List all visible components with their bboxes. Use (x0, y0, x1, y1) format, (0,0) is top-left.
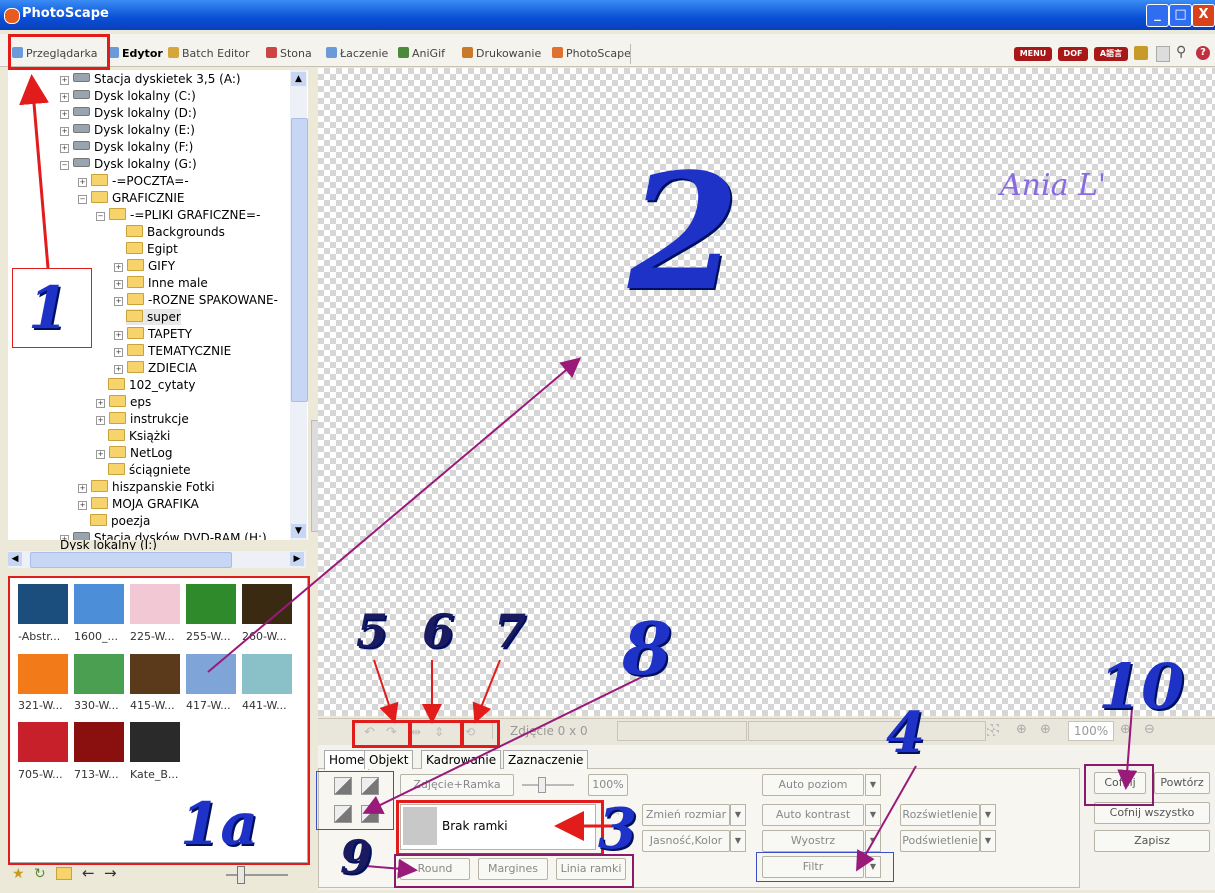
annotation-number-7: 7 (494, 604, 527, 658)
arrow-7 (472, 659, 501, 724)
annotation-number-8: 8 (622, 606, 673, 691)
annotation-number-1a: 1a (180, 790, 258, 858)
annotation-number-9: 9 (340, 830, 373, 884)
annotation-number-6: 6 (422, 604, 455, 658)
arrow-4 (856, 765, 917, 872)
arrow-1 (19, 74, 50, 269)
annotation-number-1: 1 (28, 274, 69, 342)
annotation-number-10: 10 (1098, 650, 1185, 723)
annotation-number-4: 4 (886, 700, 925, 766)
arrow-9 (365, 858, 418, 879)
arrow-5 (373, 659, 399, 724)
annotation-number-5: 5 (356, 604, 389, 658)
arrow-8 (362, 675, 645, 814)
annotation-number-3: 3 (598, 796, 637, 862)
annotation-arrows (19, 74, 1138, 879)
annotation-number-2: 2 (628, 138, 740, 326)
